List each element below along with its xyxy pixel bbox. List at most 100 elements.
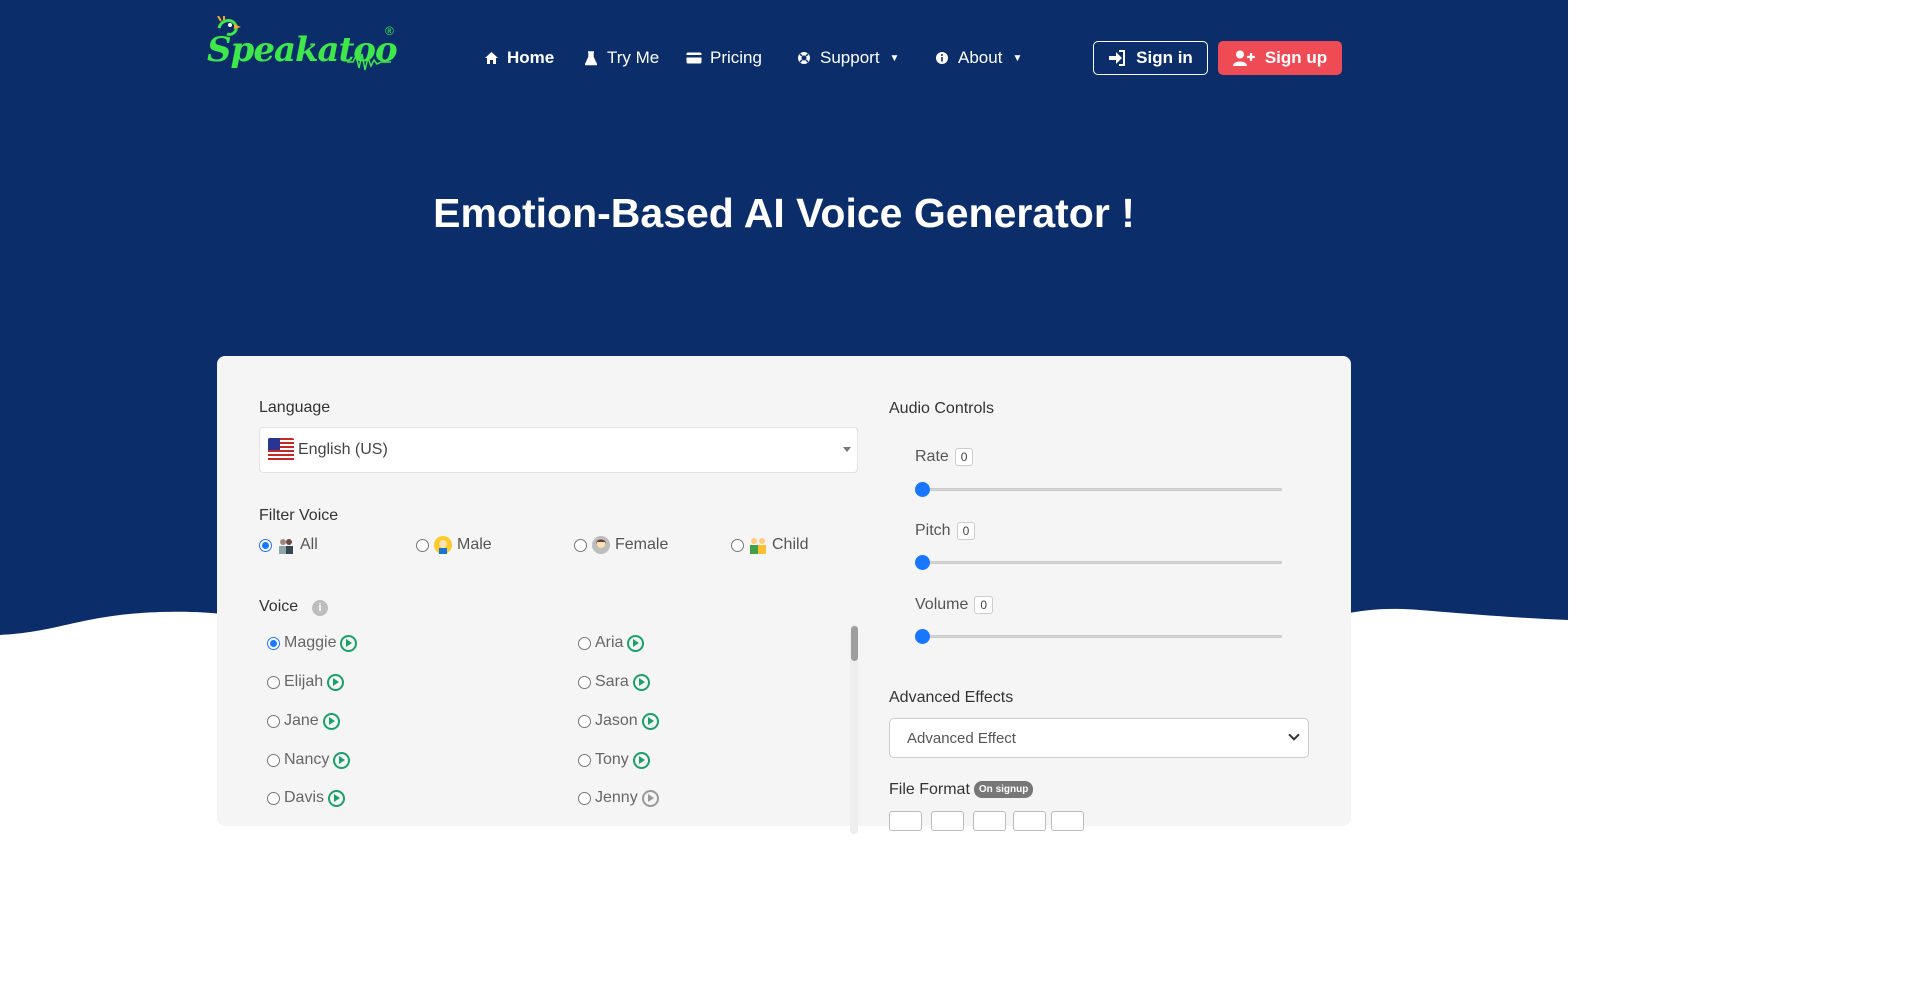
rate-slider[interactable] xyxy=(921,488,1282,491)
filter-male-radio[interactable] xyxy=(416,538,429,552)
sign-in-icon xyxy=(1109,50,1126,66)
format-option[interactable] xyxy=(973,811,1006,831)
play-icon[interactable] xyxy=(627,634,645,652)
sign-up-button[interactable]: Sign up xyxy=(1218,41,1342,75)
pitch-slider-thumb[interactable] xyxy=(915,555,930,570)
format-option[interactable] xyxy=(931,811,964,831)
voice-option[interactable]: Jane xyxy=(267,712,340,730)
nav-support-label: Support xyxy=(820,48,880,67)
voice-option[interactable]: Davis xyxy=(267,789,346,807)
voice-option[interactable]: Jason xyxy=(578,712,659,730)
volume-control-label: Volume 0 xyxy=(915,596,994,614)
audio-controls-title: Audio Controls xyxy=(889,400,994,417)
nav-support[interactable]: Support ▼ xyxy=(796,44,899,72)
user-plus-icon xyxy=(1232,50,1255,66)
nav-about-label: About xyxy=(958,48,1003,67)
format-option[interactable] xyxy=(1013,811,1046,831)
filter-voice-label: Filter Voice xyxy=(259,507,339,524)
speakatoo-logo[interactable]: Speakatoo ® xyxy=(207,16,398,84)
voice-radio[interactable] xyxy=(578,714,591,728)
sign-up-label: Sign up xyxy=(1264,48,1328,67)
sign-in-label: Sign in xyxy=(1136,48,1193,67)
voice-option[interactable]: Sara xyxy=(578,673,650,691)
voice-list-scroll-thumb[interactable] xyxy=(851,626,858,661)
pitch-control-label: Pitch 0 xyxy=(915,522,976,540)
voice-radio[interactable] xyxy=(267,714,280,728)
filter-all[interactable]: All xyxy=(259,536,318,554)
filter-child-radio[interactable] xyxy=(731,538,744,552)
nav-try-me[interactable]: Try Me xyxy=(583,44,659,72)
voice-radio[interactable] xyxy=(267,636,280,650)
voice-option[interactable]: Jenny xyxy=(578,789,659,807)
pitch-value: 0 xyxy=(956,522,976,540)
chevron-down-icon: ▼ xyxy=(889,52,900,64)
voice-radio[interactable] xyxy=(267,753,280,767)
voice-option[interactable]: Maggie xyxy=(267,634,358,652)
filter-male[interactable]: Male xyxy=(416,536,492,554)
play-icon[interactable] xyxy=(322,712,340,730)
voice-radio[interactable] xyxy=(267,791,280,805)
voice-radio[interactable] xyxy=(578,791,591,805)
filter-female-radio[interactable] xyxy=(574,538,587,552)
people-icon xyxy=(277,536,295,554)
play-icon[interactable] xyxy=(327,673,345,691)
voice-option[interactable]: Tony xyxy=(578,751,650,769)
rate-slider-thumb[interactable] xyxy=(915,482,930,497)
voice-radio[interactable] xyxy=(578,753,591,767)
play-icon[interactable] xyxy=(641,789,659,807)
file-format-title: File Format xyxy=(889,781,970,798)
voice-radio[interactable] xyxy=(578,675,591,689)
generator-card: Language English (US) Filter Voice All M… xyxy=(217,356,1351,834)
play-icon[interactable] xyxy=(632,673,650,691)
info-icon[interactable]: i xyxy=(312,600,328,616)
language-select[interactable]: English (US) xyxy=(259,427,858,473)
filter-child[interactable]: Child xyxy=(731,536,808,554)
rate-value: 0 xyxy=(954,448,974,466)
advanced-effect-value: Advanced Effect xyxy=(907,729,1016,747)
play-icon[interactable] xyxy=(328,789,346,807)
volume-slider[interactable] xyxy=(921,635,1282,638)
voice-option[interactable]: Aria xyxy=(578,634,645,652)
volume-value: 0 xyxy=(974,596,994,614)
voice-radio[interactable] xyxy=(267,675,280,689)
soundwave-icon xyxy=(347,53,391,71)
rate-control-label: Rate 0 xyxy=(915,448,974,466)
voice-option[interactable]: Nancy xyxy=(267,751,351,769)
children-icon xyxy=(749,536,767,554)
voice-name: Elijah xyxy=(284,673,324,690)
language-label: Language xyxy=(259,399,331,416)
filter-all-radio[interactable] xyxy=(259,538,272,552)
voice-name: Jenny xyxy=(595,789,638,806)
sign-in-button[interactable]: Sign in xyxy=(1093,41,1208,75)
flask-icon xyxy=(583,50,599,66)
rate-label: Rate xyxy=(915,448,949,465)
play-icon[interactable] xyxy=(632,751,650,769)
play-icon[interactable] xyxy=(333,751,351,769)
format-option[interactable] xyxy=(889,811,922,831)
filter-female-label: Female xyxy=(615,536,669,553)
nav-home[interactable]: Home xyxy=(483,44,554,72)
volume-slider-thumb[interactable] xyxy=(915,629,930,644)
support-icon xyxy=(796,50,812,66)
nav-pricing[interactable]: Pricing xyxy=(686,44,762,72)
play-icon[interactable] xyxy=(340,634,358,652)
play-icon[interactable] xyxy=(641,712,659,730)
filter-female[interactable]: Female xyxy=(574,536,668,554)
format-option[interactable] xyxy=(1051,811,1084,831)
voice-label: Voice xyxy=(259,598,299,615)
voice-name: Davis xyxy=(284,789,325,806)
chevron-down-icon: ▼ xyxy=(1012,52,1023,64)
nav-about[interactable]: About ▼ xyxy=(934,44,1022,72)
caret-down-icon xyxy=(843,447,851,452)
home-icon xyxy=(483,50,499,66)
file-format-heading: File Format On signup xyxy=(889,781,1034,799)
voice-name: Aria xyxy=(595,634,624,651)
card-icon xyxy=(686,50,702,66)
on-signup-badge: On signup xyxy=(973,781,1034,799)
advanced-effect-select[interactable]: Advanced Effect xyxy=(889,718,1309,758)
pitch-slider[interactable] xyxy=(921,561,1282,564)
voice-radio[interactable] xyxy=(578,636,591,650)
voice-option[interactable]: Elijah xyxy=(267,673,345,691)
us-flag-icon xyxy=(268,438,294,462)
language-value: English (US) xyxy=(298,441,388,458)
